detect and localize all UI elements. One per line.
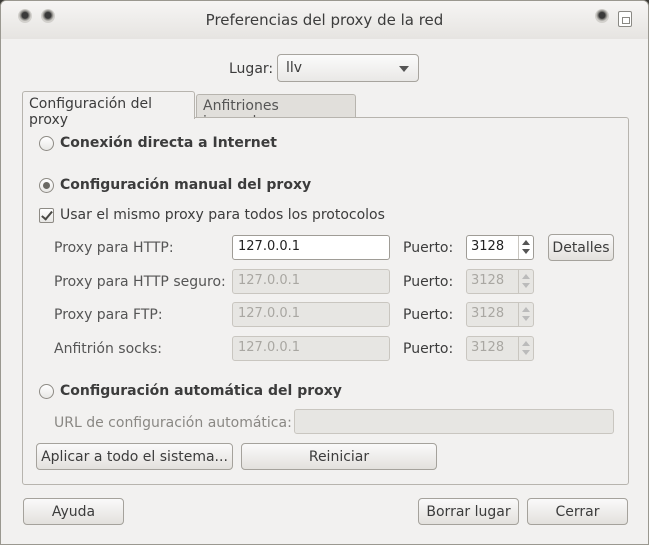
manual-proxy-label: Configuración manual del proxy (60, 177, 312, 193)
https-port-spinner[interactable]: 3128 (466, 269, 534, 294)
direct-connection-radio[interactable] (39, 136, 54, 151)
https-proxy-label: Proxy para HTTP seguro: (54, 274, 226, 290)
spin-down-icon[interactable] (522, 350, 530, 355)
socks-port-label: Puerto: (403, 341, 454, 357)
restore-window-icon[interactable] (618, 11, 632, 27)
ftp-port-spinner[interactable]: 3128 (466, 302, 534, 327)
help-button[interactable]: Ayuda (23, 498, 124, 525)
reset-button[interactable]: Reiniciar (241, 443, 437, 470)
spin-down-icon[interactable] (522, 316, 530, 321)
same-proxy-label: Usar el mismo proxy para todos los proto… (60, 207, 385, 223)
tab-proxy-configuration[interactable]: Configuración del proxy (22, 91, 195, 128)
ftp-proxy-host-input[interactable]: 127.0.0.1 (232, 302, 390, 327)
location-combo[interactable]: llv (277, 54, 419, 82)
ftp-port-label: Puerto: (403, 307, 454, 323)
spin-up-icon[interactable] (522, 307, 530, 312)
https-port-label: Puerto: (403, 274, 454, 290)
auto-proxy-label: Configuración automática del proxy (60, 383, 342, 399)
tab-ignored-hosts[interactable]: Anfitriones ignorados (196, 94, 356, 130)
same-proxy-checkbox[interactable] (39, 208, 54, 223)
delete-location-button[interactable]: Borrar lugar (418, 498, 519, 525)
location-label: Lugar: (229, 61, 274, 77)
maximize-window-icon[interactable] (595, 9, 609, 23)
direct-connection-label: Conexión directa a Internet (60, 135, 277, 151)
https-proxy-host-input[interactable]: 127.0.0.1 (232, 269, 390, 294)
http-proxy-label: Proxy para HTTP: (54, 240, 174, 256)
http-port-label: Puerto: (403, 240, 454, 256)
spin-up-icon[interactable] (522, 240, 530, 245)
window-title: Preferencias del proxy de la red (205, 11, 444, 29)
auto-url-input[interactable] (294, 409, 614, 434)
socks-host-label: Anfitrión socks: (54, 341, 162, 357)
chevron-down-icon (399, 66, 409, 72)
details-button[interactable]: Detalles (548, 234, 614, 261)
http-port-value: 3128 (471, 239, 505, 254)
socks-host-input[interactable]: 127.0.0.1 (232, 336, 390, 361)
spin-down-icon[interactable] (522, 249, 530, 254)
spin-up-icon[interactable] (522, 341, 530, 346)
ftp-port-value: 3128 (471, 306, 505, 321)
spin-up-icon[interactable] (522, 274, 530, 279)
ftp-proxy-label: Proxy para FTP: (54, 307, 163, 323)
apply-system-button[interactable]: Aplicar a todo el sistema... (36, 443, 233, 470)
http-port-spinner[interactable]: 3128 (466, 235, 534, 260)
spin-down-icon[interactable] (522, 283, 530, 288)
https-port-value: 3128 (471, 273, 505, 288)
socks-port-spinner[interactable]: 3128 (466, 336, 534, 361)
auto-url-label: URL de configuración automática: (54, 415, 292, 431)
manual-proxy-radio[interactable] (39, 178, 54, 193)
socks-port-value: 3128 (471, 340, 505, 355)
close-button[interactable]: Cerrar (527, 498, 628, 525)
auto-proxy-radio[interactable] (39, 384, 54, 399)
title-bar: Preferencias del proxy de la red (1, 1, 648, 39)
location-value: llv (286, 60, 303, 76)
http-proxy-host-input[interactable]: 127.0.0.1 (232, 235, 390, 260)
proxy-preferences-window: Preferencias del proxy de la red Lugar: … (0, 0, 649, 545)
